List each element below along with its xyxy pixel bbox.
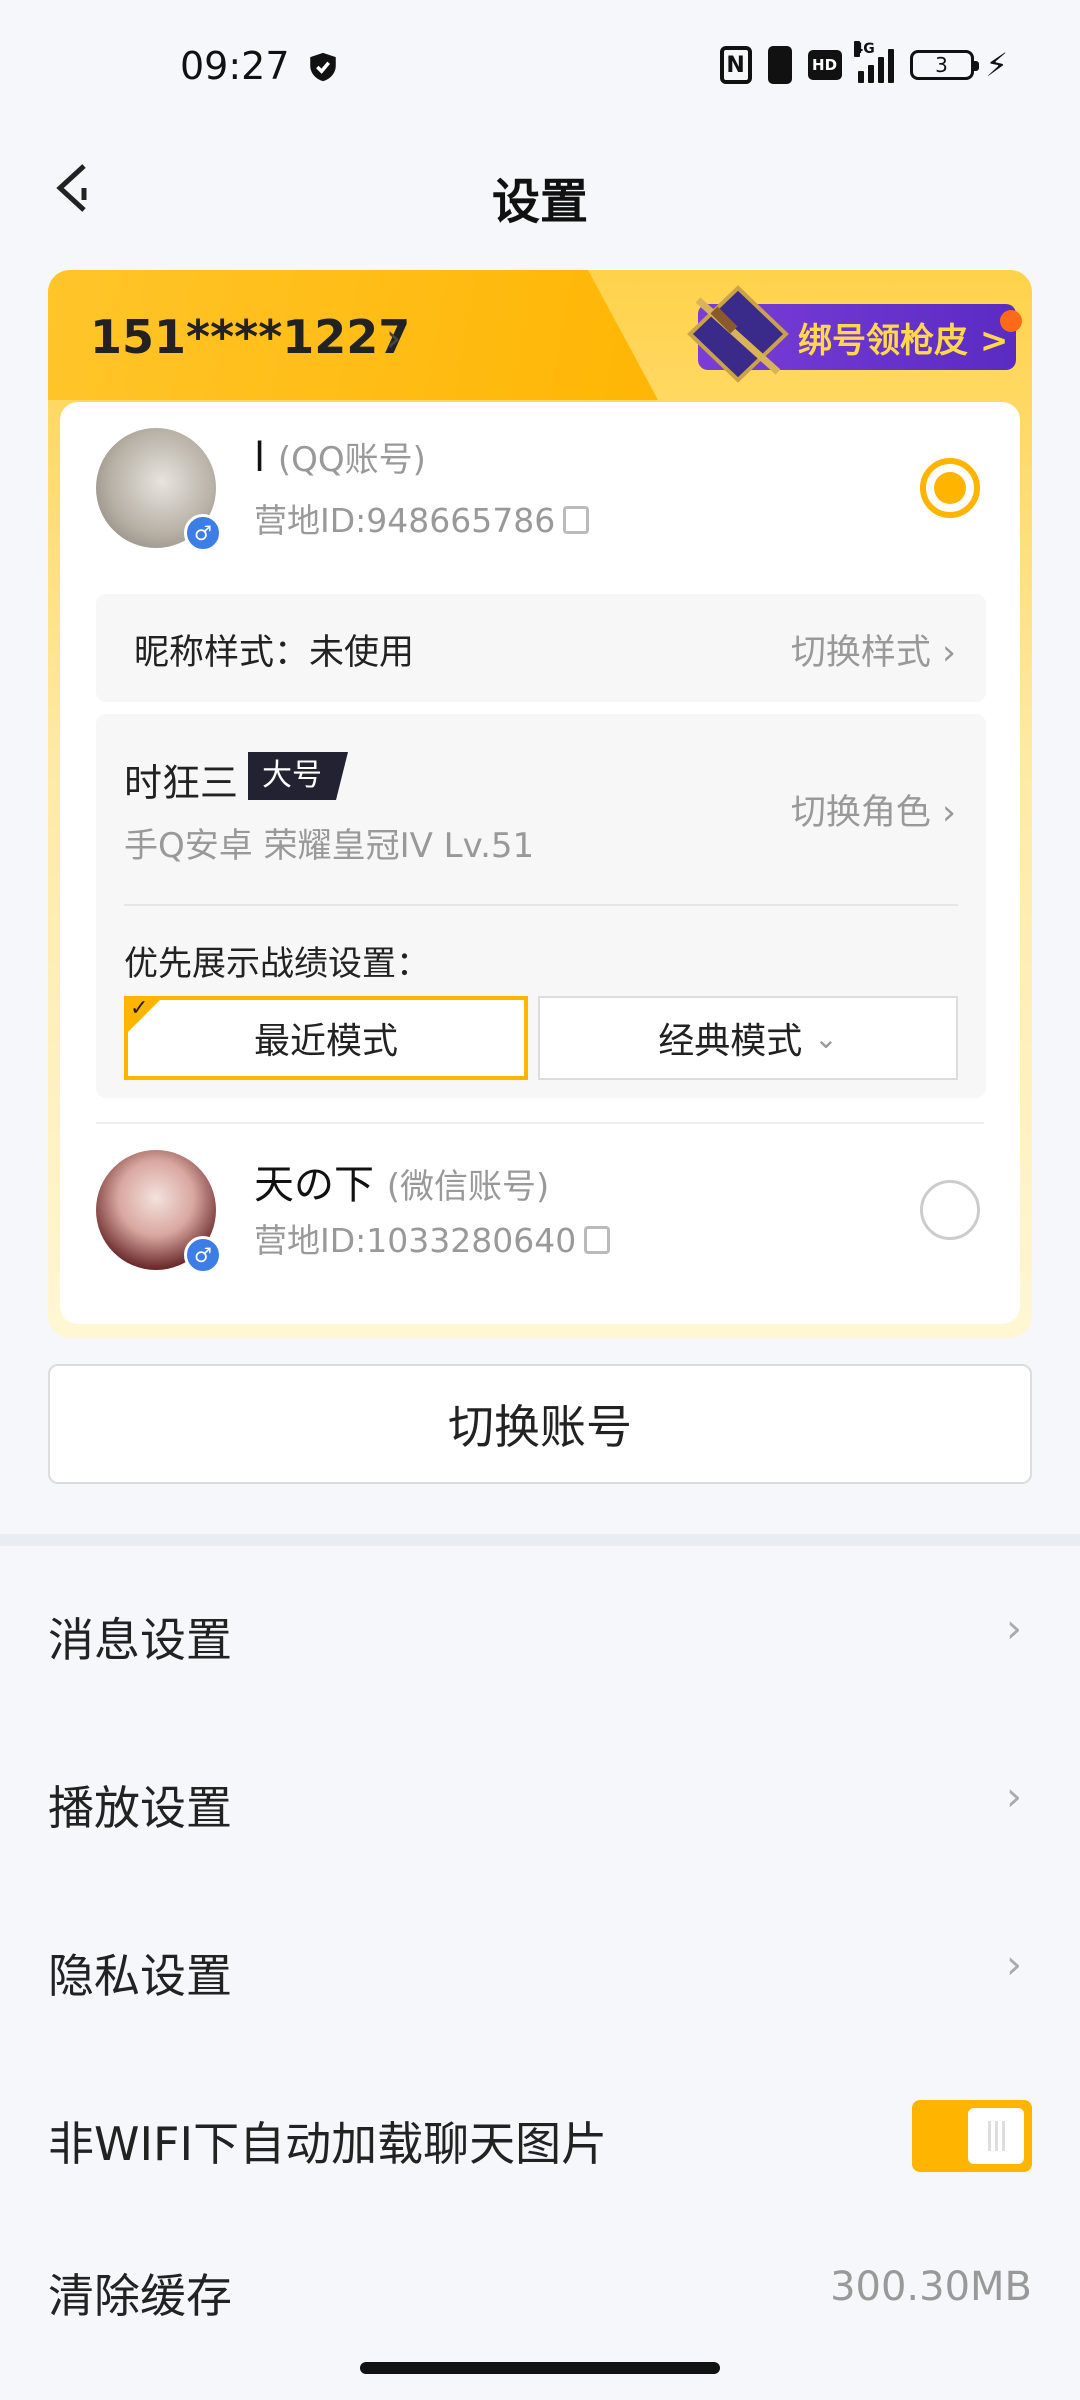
clear-cache-item[interactable]: 清除缓存 300.30MB [0, 2136, 1080, 2323]
charging-icon: ⚡ [985, 46, 1008, 84]
phone-number[interactable]: 151****1227 [90, 310, 410, 364]
notification-dot [1000, 310, 1022, 332]
role-name: 时狂三 [124, 761, 239, 805]
status-icons: N HD 4G 3 ⚡ [719, 41, 1008, 84]
divider [96, 1122, 984, 1124]
recent-mode-button[interactable]: ✓ 最近模式 [124, 996, 528, 1080]
account-card: 151****1227 › 绑号领枪皮 > ♂ l (QQ账号) 营地ID:94… [48, 270, 1032, 1338]
main-account-tag: 大号 [248, 752, 348, 800]
camp-id-text: 营地ID:1033280640 [254, 1221, 577, 1260]
gun-skin-icon [687, 285, 789, 383]
switch-account-button[interactable]: 切换账号 [48, 1364, 1032, 1484]
chevron-right-icon: › [942, 793, 956, 833]
classic-mode-dropdown[interactable]: 经典模式 ⌄ [538, 996, 958, 1080]
page-title: 设置 [491, 174, 588, 230]
privacy-settings-label: 隐私设置 [48, 1949, 232, 2003]
recent-mode-label: 最近模式 [253, 1021, 398, 1062]
hd-voice-icon: HD [807, 50, 842, 80]
chevron-right-icon: › [1006, 1774, 1022, 1820]
account-radio-unselected[interactable] [920, 1180, 980, 1240]
switch-style-link[interactable]: 切换样式 › [791, 624, 956, 675]
shield-icon [310, 52, 336, 82]
bind-promo-label: 绑号领枪皮 > [798, 320, 1009, 361]
vibrate-icon [767, 46, 792, 84]
account-row-wechat[interactable]: ♂ 天の下 (微信账号) 营地ID:1033280640 [60, 1142, 1020, 1292]
status-time: 09:27 [180, 44, 290, 88]
account-type: (微信账号) [386, 1167, 550, 1207]
camp-id: 营地ID:948665786 [254, 494, 590, 542]
record-pref-label: 优先展示战绩设置： [124, 944, 430, 984]
cache-size: 300.30MB [830, 2264, 1032, 2310]
divider [124, 904, 958, 906]
camp-id-text: 营地ID:948665786 [254, 501, 556, 540]
bind-promo-button[interactable]: 绑号领枪皮 > [687, 285, 1022, 383]
nickname-style-row[interactable]: 昵称样式：未使用 切换样式 › [96, 594, 986, 702]
male-icon: ♂ [184, 1236, 222, 1274]
account-row-qq[interactable]: ♂ l (QQ账号) 营地ID:948665786 [60, 428, 1020, 578]
account-name: l (QQ账号) [254, 432, 426, 481]
switch-style-label: 切换样式 [790, 633, 931, 673]
clear-cache-label: 清除缓存 [48, 2269, 232, 2323]
account-name-text: l [254, 435, 266, 481]
copy-icon[interactable] [584, 1226, 611, 1254]
nfc-icon: N [719, 46, 752, 84]
privacy-settings-item[interactable]: 隐私设置 › [0, 1884, 1080, 2052]
nickname-style-label: 昵称样式：未使用 [134, 633, 415, 673]
section-divider [0, 1534, 1080, 1546]
message-settings-label: 消息设置 [48, 1613, 232, 1667]
chevron-right-icon: › [1006, 1606, 1022, 1652]
message-settings-item[interactable]: 消息设置 › [0, 1548, 1080, 1716]
home-indicator[interactable] [360, 2362, 720, 2374]
header: 设置 [0, 140, 1080, 240]
male-icon: ♂ [184, 514, 222, 552]
playback-settings-label: 播放设置 [48, 1781, 232, 1835]
status-bar: 09:27 N HD 4G 3 ⚡ [0, 0, 1080, 135]
camp-id: 营地ID:1033280640 [254, 1214, 611, 1262]
network-type: 4G [853, 41, 875, 57]
account-type: (QQ账号) [277, 440, 426, 480]
switch-role-link[interactable]: 切换角色 › [791, 784, 956, 835]
chevron-right-icon: › [386, 316, 402, 360]
account-name-text: 天の下 [254, 1162, 374, 1208]
chevron-right-icon: › [942, 633, 956, 673]
account-radio-selected[interactable] [920, 458, 980, 518]
switch-role-label: 切换角色 [790, 793, 931, 833]
playback-settings-item[interactable]: 播放设置 › [0, 1716, 1080, 1884]
copy-icon[interactable] [563, 506, 590, 534]
battery-icon: 3 [909, 50, 979, 80]
chevron-right-icon: › [1006, 1942, 1022, 1988]
account-card-body: ♂ l (QQ账号) 营地ID:948665786 昵称样式：未使用 切换样式 … [60, 402, 1020, 1324]
signal-icon: 4G [853, 41, 894, 83]
role-description: 手Q安卓 荣耀皇冠IV Lv.51 [124, 826, 535, 866]
classic-mode-label: 经典模式 [658, 1021, 803, 1062]
account-name: 天の下 (微信账号) [254, 1152, 549, 1210]
role-panel: 时狂三 大号 手Q安卓 荣耀皇冠IV Lv.51 切换角色 › 优先展示战绩设置… [96, 714, 986, 1098]
check-icon: ✓ [130, 996, 149, 1021]
chevron-down-icon: ⌄ [814, 1021, 838, 1055]
